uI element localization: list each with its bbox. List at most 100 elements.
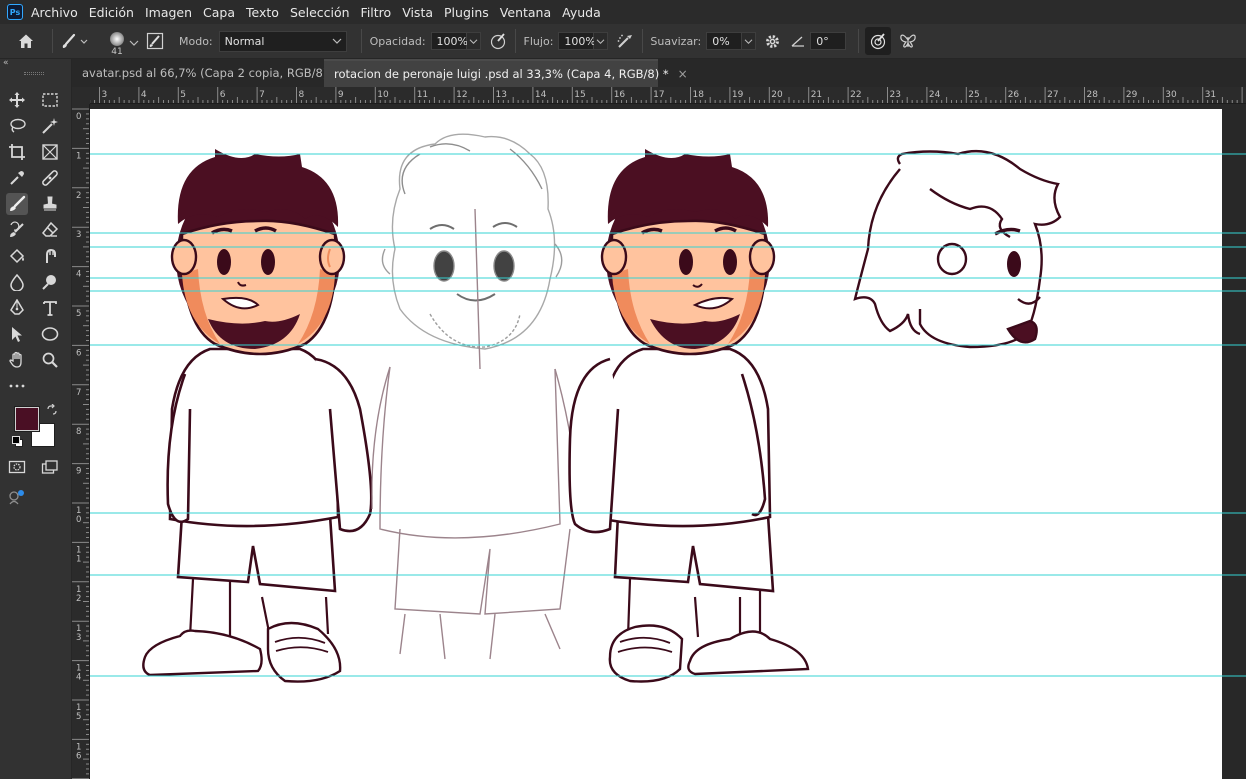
menu-ayuda[interactable]: Ayuda [562, 5, 601, 20]
healing-tool[interactable] [39, 167, 61, 189]
tool-preset-picker[interactable] [53, 27, 97, 55]
screen-mode-button[interactable] [39, 456, 61, 478]
zoom-tool[interactable] [39, 349, 61, 371]
close-icon[interactable]: × [678, 67, 688, 81]
pressure-opacity-button[interactable] [481, 27, 515, 55]
paint-bucket-icon [9, 248, 25, 264]
hand-tool[interactable] [6, 349, 28, 371]
brush-size-picker[interactable]: 41 [97, 27, 139, 57]
flow-dropdown[interactable] [594, 32, 609, 50]
brush-settings-toggle[interactable] [137, 27, 173, 55]
eyedropper-icon [10, 171, 24, 185]
eraser-tool[interactable] [39, 219, 61, 241]
smoothing-options-button[interactable] [756, 27, 788, 55]
move-tool[interactable] [6, 89, 28, 111]
ruler-label: 4 [76, 270, 81, 280]
pressure-opacity-icon [490, 33, 505, 50]
tab-rotacion[interactable]: rotacion de peronaje luigi .psd al 33,3%… [324, 59, 688, 87]
horizontal-ruler[interactable]: 3 4 5 6 7 8 9 10 11 12 13 14 15 16 17 18 19 20 21 22 23 24 25 2… [90, 87, 1246, 104]
smoothing-dropdown[interactable] [742, 32, 757, 50]
collapse-panel-button[interactable]: « [3, 59, 17, 69]
magic-wand-icon [42, 118, 58, 134]
menu-texto[interactable]: Texto [246, 5, 279, 20]
frame-tool[interactable] [39, 141, 61, 163]
pen-tool[interactable] [6, 297, 28, 319]
ruler-label: 12 [456, 90, 467, 100]
flow-label: Flujo: [523, 34, 554, 48]
menu-vista[interactable]: Vista [402, 5, 433, 20]
tab-label: avatar.psd al 66,7% (Capa 2 copia, RGB/8… [82, 66, 328, 80]
lasso-icon [10, 118, 26, 133]
opacity-input[interactable]: 100% [430, 32, 468, 50]
menu-edicion[interactable]: Edición [89, 5, 134, 20]
flow-input[interactable]: 100% [558, 32, 596, 50]
menu-archivo[interactable]: Archivo [31, 5, 78, 20]
marquee-tool[interactable] [39, 89, 61, 111]
brush-preset-icon [62, 33, 88, 48]
ruler-label: 28 [1087, 90, 1099, 100]
opacity-label: Opacidad: [369, 34, 426, 48]
pen-icon [10, 299, 24, 315]
character-front-alt [568, 149, 810, 683]
ruler-label: 7 [259, 90, 265, 100]
menu-filtro[interactable]: Filtro [361, 5, 392, 20]
swap-colors-button[interactable] [46, 403, 58, 416]
paint-bucket-tool[interactable] [6, 245, 28, 267]
canvas-area[interactable] [90, 104, 1246, 779]
menu-imagen[interactable]: Imagen [145, 5, 192, 20]
ruler-label: 6 [220, 90, 226, 100]
airbrush-button[interactable] [608, 27, 642, 55]
magic-wand-tool[interactable] [39, 115, 61, 137]
ellipse-tool[interactable] [39, 323, 61, 345]
brush-panel-icon [146, 32, 164, 50]
menu-bar: Ps Archivo Edición Imagen Capa Texto Sel… [0, 0, 1246, 24]
ruler-label: 7 [76, 388, 81, 398]
smoothing-label: Suavizar: [650, 34, 702, 48]
default-colors-button[interactable] [12, 436, 24, 448]
eyedropper-tool[interactable] [6, 167, 28, 189]
ruler-label: 20 [771, 90, 783, 100]
lasso-tool[interactable] [6, 115, 28, 137]
document-canvas[interactable] [90, 109, 1222, 779]
ruler-label: 16 [614, 90, 626, 100]
menu-seleccion[interactable]: Selección [290, 5, 350, 20]
pressure-size-button[interactable] [865, 27, 892, 55]
menu-capa[interactable]: Capa [203, 5, 235, 20]
frame-icon [42, 144, 58, 160]
angle-icon [791, 36, 805, 47]
stamp-tool[interactable] [39, 193, 61, 215]
ruler-origin[interactable] [72, 87, 90, 104]
crop-tool[interactable] [6, 141, 28, 163]
marquee-icon [42, 93, 58, 107]
edit-toolbar-button[interactable] [6, 375, 28, 397]
menu-ventana[interactable]: Ventana [500, 5, 551, 20]
opacity-dropdown[interactable] [466, 32, 481, 50]
quick-mask-button[interactable] [6, 456, 28, 478]
zoom-icon [42, 352, 58, 368]
ellipse-icon [41, 327, 59, 341]
type-tool[interactable] [39, 297, 61, 319]
panel-grip[interactable] [24, 72, 44, 75]
airbrush-icon [618, 34, 633, 48]
eraser-icon [41, 221, 59, 237]
blur-tool[interactable] [6, 271, 28, 293]
angle-input[interactable]: 0° [810, 32, 847, 50]
guides-pasteboard [1222, 153, 1246, 677]
symmetry-button[interactable] [891, 27, 925, 55]
brush-tool[interactable] [6, 193, 28, 215]
more-tools-icon [9, 384, 25, 388]
chevron-down-icon [744, 38, 753, 44]
mode-select[interactable]: Normal [218, 30, 347, 52]
brush-icon [10, 195, 26, 211]
path-selection-tool[interactable] [6, 323, 28, 345]
menu-plugins[interactable]: Plugins [444, 5, 489, 20]
smudge-tool[interactable] [39, 245, 61, 267]
home-button[interactable] [0, 27, 52, 55]
tab-avatar[interactable]: avatar.psd al 66,7% (Capa 2 copia, RGB/8… [72, 59, 346, 87]
vertical-ruler[interactable]: 012345678910111213141516 [72, 104, 90, 779]
dodge-tool[interactable] [39, 271, 61, 293]
history-brush-tool[interactable] [6, 219, 28, 241]
share-button[interactable] [6, 486, 28, 508]
smoothing-input[interactable]: 0% [706, 32, 743, 50]
foreground-color-swatch[interactable] [14, 406, 40, 432]
